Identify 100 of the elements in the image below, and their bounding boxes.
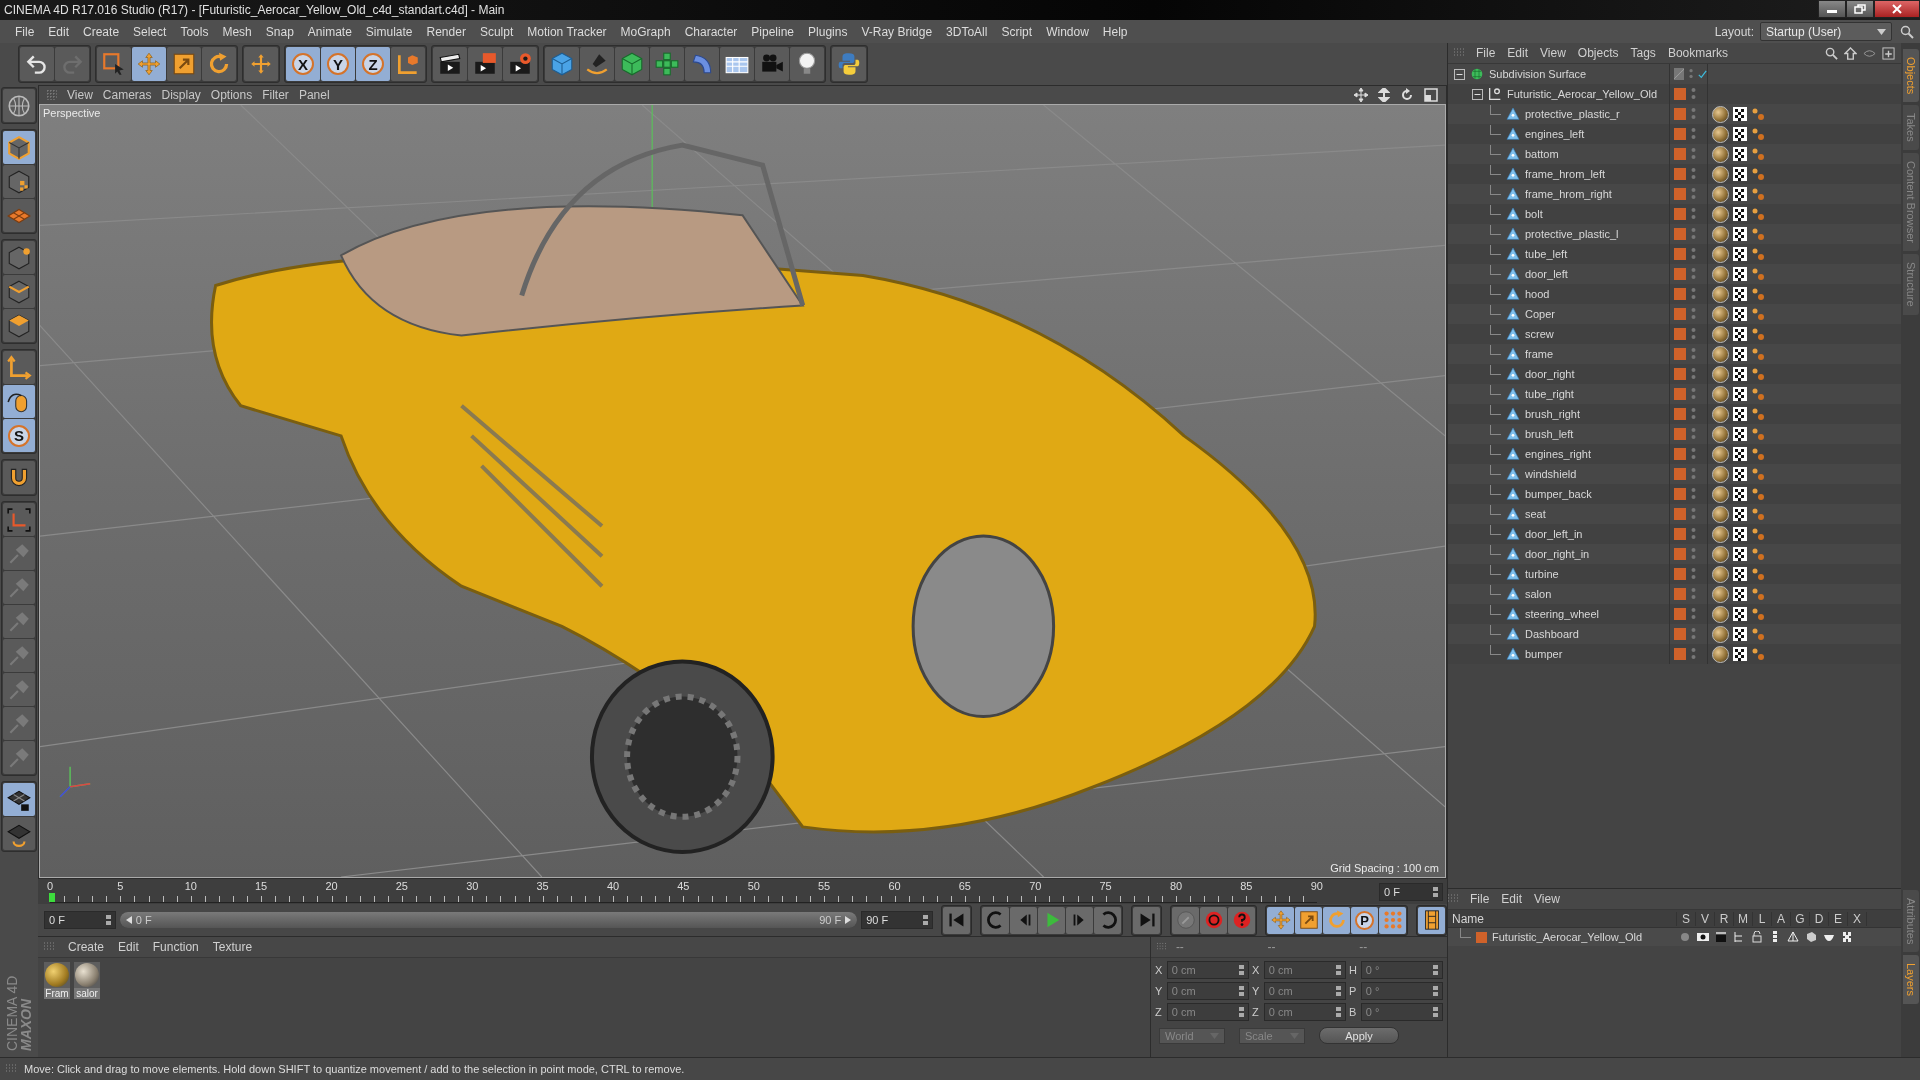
spinner-icon[interactable] [1336,1007,1341,1017]
object-name[interactable]: Dashboard [1525,628,1579,640]
material-tag-icon[interactable] [1712,365,1729,383]
spinner-icon[interactable] [1239,986,1244,996]
phong-tag-icon[interactable] [1751,387,1765,401]
object-name[interactable]: bumper_back [1525,488,1592,500]
viewport-canvas[interactable]: Perspective Grid Spacing : 100 cm [39,104,1446,878]
visibility-dots-icon[interactable] [1691,147,1696,161]
playback-button[interactable] [1323,906,1350,934]
apply-button[interactable]: Apply [1319,1027,1399,1044]
checker-tag-icon[interactable] [1733,627,1747,641]
layer-swatch-icon[interactable] [1674,288,1686,300]
object-name[interactable]: battom [1525,148,1559,160]
material-tag-icon[interactable] [1712,565,1729,583]
layer-swatch-icon[interactable] [1674,508,1686,520]
layer-swatch-icon[interactable] [1674,88,1686,100]
layer-visibility-icon[interactable] [1697,931,1709,943]
viewport-menu-item[interactable]: Filter [262,88,289,102]
spinner-icon[interactable] [1433,965,1438,975]
visibility-dots-icon[interactable] [1691,647,1696,661]
checker-tag-icon[interactable] [1733,427,1747,441]
layout-dropdown[interactable]: Startup (User) [1760,22,1892,41]
expand-toggle[interactable] [1454,68,1465,80]
object-name[interactable]: frame [1525,348,1554,360]
object-name[interactable]: bolt [1525,208,1543,220]
column-header[interactable]: V [1696,911,1715,926]
tool-button[interactable] [3,309,35,342]
phong-tag-icon[interactable] [1751,247,1765,261]
object-name[interactable]: steering_wheel [1525,608,1599,620]
spinner-icon[interactable] [1433,986,1438,996]
layer-swatch-icon[interactable] [1674,428,1686,440]
object-name[interactable]: frame_hrom_left [1525,168,1606,180]
visibility-dots-icon[interactable] [1691,507,1696,521]
layer-color-swatch[interactable] [1476,931,1487,943]
menu-item[interactable]: Edit [118,940,139,954]
menu-item[interactable]: Objects [1577,46,1619,60]
tool-button[interactable] [3,165,35,198]
menu-item[interactable]: Pipeline [744,24,802,39]
phong-tag-icon[interactable] [1751,467,1765,481]
end-frame-field[interactable]: 90 F [861,911,933,929]
object-name[interactable]: brush_right [1525,408,1581,420]
column-header[interactable]: S [1677,911,1696,926]
viewport-menu-item[interactable]: Panel [298,88,330,102]
column-header[interactable]: A [1772,911,1791,926]
coordinate-field[interactable]: 0 ° [1360,1003,1443,1021]
toolbar-button[interactable]: X [286,47,320,81]
menu-item[interactable]: Tools [173,24,216,39]
layer-swatch-icon[interactable] [1674,128,1686,140]
layer-deformer-icon[interactable] [1805,931,1817,943]
search-icon[interactable] [1825,46,1838,60]
layer-swatch-icon[interactable] [1674,208,1686,220]
phong-tag-icon[interactable] [1751,127,1765,141]
spinner-icon[interactable] [1239,1007,1244,1017]
visibility-dots-icon[interactable] [1691,527,1696,541]
visibility-dots-icon[interactable] [1691,627,1696,641]
layer-swatch-icon[interactable] [1674,528,1686,540]
playback-button[interactable]: P [1351,906,1378,934]
material-tag-icon[interactable] [1712,245,1729,263]
tool-button[interactable]: S [3,419,35,452]
viewport-menu-item[interactable]: Display [161,88,201,102]
object-name[interactable]: salon [1525,588,1552,600]
object-name[interactable]: seat [1525,508,1546,520]
layer-swatch-icon[interactable] [1674,348,1686,360]
menu-item[interactable]: Select [126,24,174,39]
zoom-icon[interactable] [1378,88,1390,102]
material-swatch[interactable]: salor [74,962,100,999]
menu-item[interactable]: Render [419,24,473,39]
checker-tag-icon[interactable] [1733,167,1747,181]
object-name[interactable]: screw [1525,328,1554,340]
menu-item[interactable]: Sculpt [472,24,521,39]
tool-button[interactable] [3,503,35,536]
new-panel-icon[interactable] [1882,46,1895,60]
visibility-dots-icon[interactable] [1691,267,1696,281]
coordinate-field[interactable]: 0 cm [1166,1003,1249,1021]
layer-swatch-icon[interactable] [1674,588,1686,600]
visibility-dots-icon[interactable] [1691,327,1696,341]
expand-toggle[interactable] [1472,88,1483,100]
visibility-dots-icon[interactable] [1691,467,1696,481]
search-icon[interactable] [1900,24,1914,39]
visibility-dots-icon[interactable] [1691,87,1696,101]
phong-tag-icon[interactable] [1751,227,1765,241]
material-tag-icon[interactable] [1712,605,1729,623]
spinner-icon[interactable] [1336,965,1341,975]
timeline-ruler[interactable]: 0 5 10 15 20 25 30 35 40 45 50 55 60 65 70 75 80 85 90 [40,880,1327,903]
coordinate-field[interactable]: 0 cm [1263,961,1346,979]
playback-button[interactable] [1172,906,1199,934]
checker-tag-icon[interactable] [1733,507,1747,521]
visibility-dots-icon[interactable] [1691,287,1696,301]
object-name[interactable]: tube_right [1525,388,1574,400]
material-tag-icon[interactable] [1712,405,1729,423]
visibility-dots-icon[interactable] [1691,427,1696,441]
checker-tag-icon[interactable] [1733,487,1747,501]
visibility-dots-icon[interactable] [1691,447,1696,461]
material-tag-icon[interactable] [1712,625,1729,643]
menu-item[interactable]: Texture [212,940,253,954]
tool-button[interactable] [3,385,35,418]
playback-button[interactable] [1066,906,1093,934]
phong-tag-icon[interactable] [1751,307,1765,321]
side-tab[interactable]: Layers [1902,954,1919,1004]
menu-item[interactable]: Bookmarks [1667,46,1728,60]
